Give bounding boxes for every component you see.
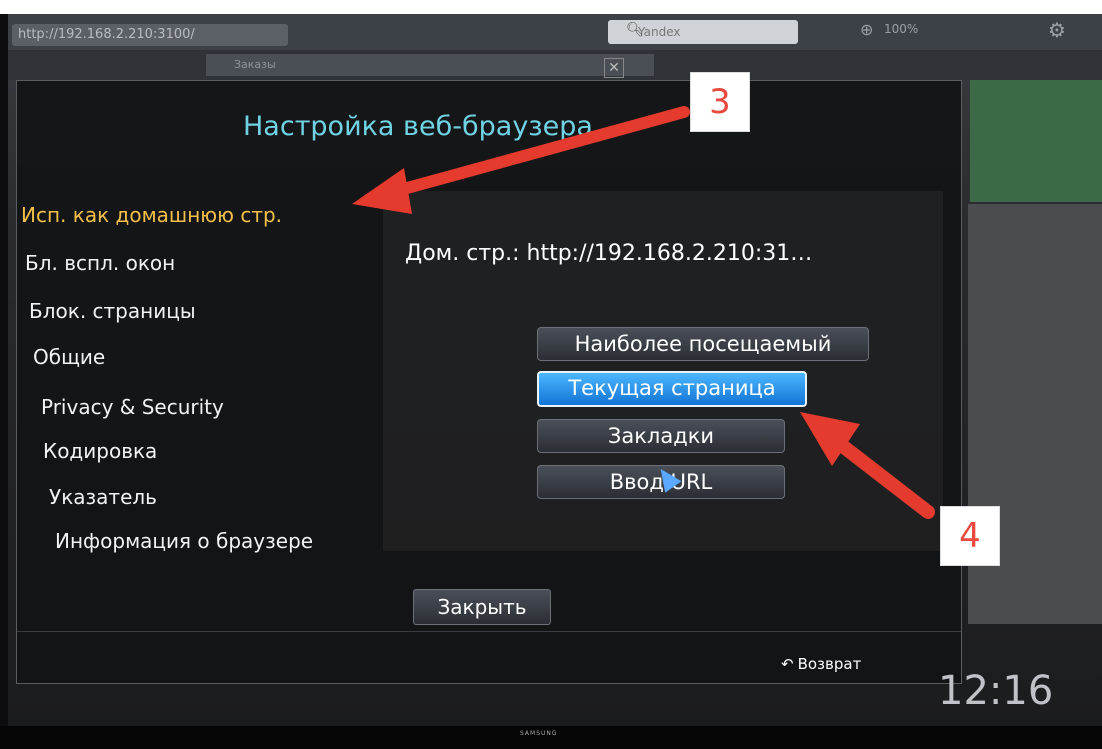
arrow-step3 bbox=[352, 106, 690, 214]
arrow-step4 bbox=[800, 412, 935, 519]
step3-label: 3 bbox=[690, 72, 750, 132]
step4-label: 4 bbox=[940, 506, 1000, 566]
annotation-arrows bbox=[352, 106, 935, 519]
